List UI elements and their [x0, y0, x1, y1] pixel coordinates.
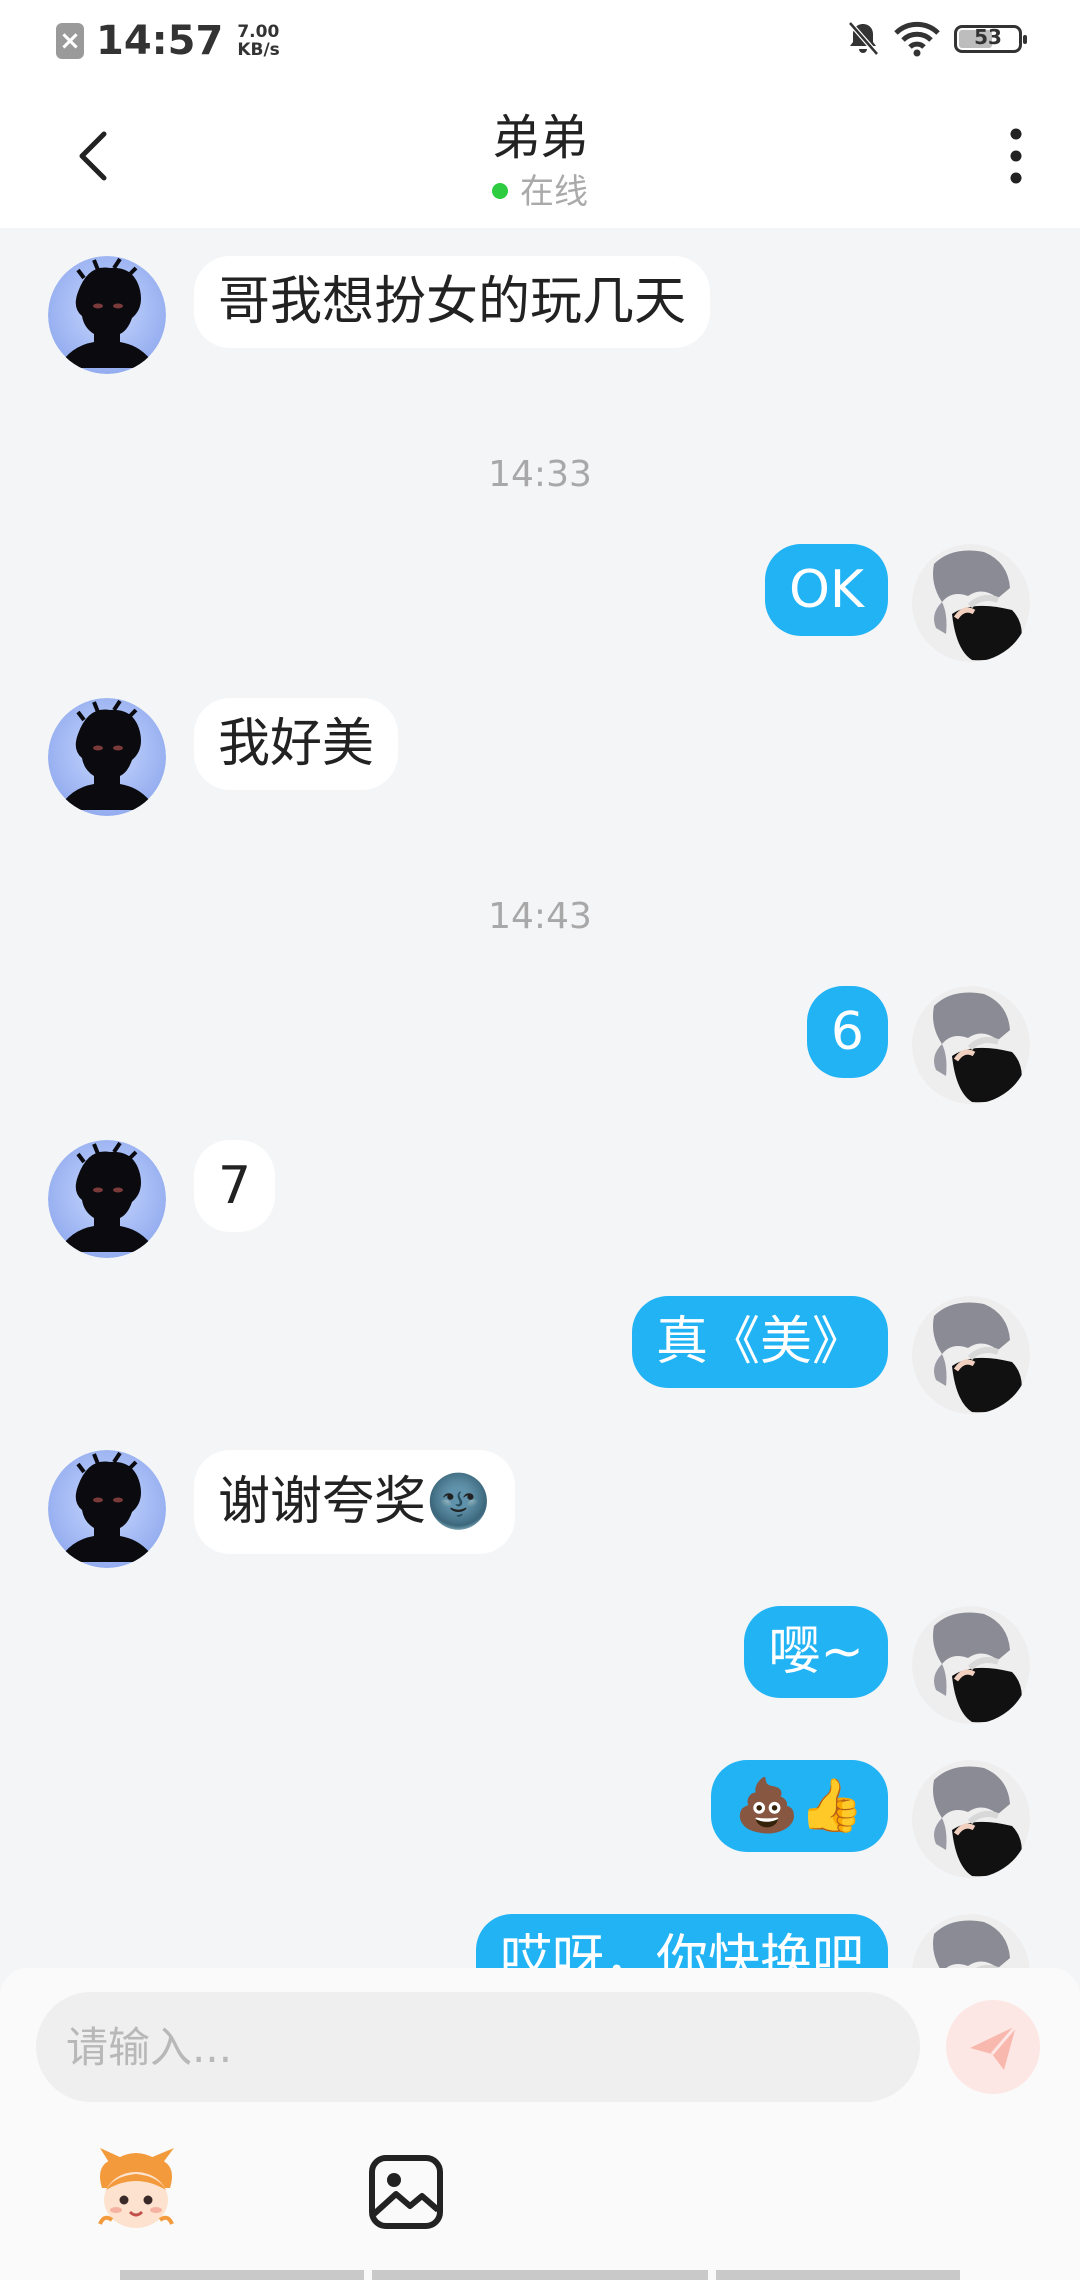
- nav-handle: [120, 2270, 364, 2280]
- message-row-outgoing: OK: [0, 544, 1080, 664]
- status-bar: × 14:57 7.00 KB/s 53: [0, 0, 1080, 84]
- user-avatar[interactable]: [912, 1914, 1030, 1968]
- message-bubble[interactable]: 我好美: [194, 698, 399, 790]
- status-time: 14:57: [96, 18, 224, 64]
- message-row-incoming: 哥我想扮女的玩几天: [0, 256, 1080, 376]
- network-speed-value: 7.00: [237, 22, 280, 42]
- user-avatar[interactable]: [912, 544, 1030, 662]
- message-bubble[interactable]: OK: [764, 544, 888, 636]
- message-row-incoming: 谢谢夸奖🌚: [0, 1450, 1080, 1570]
- message-timestamp: 14:33: [488, 454, 592, 495]
- message-input[interactable]: [36, 1992, 920, 2102]
- network-speed: 7.00 KB/s: [237, 23, 279, 59]
- contact-avatar[interactable]: [48, 1450, 166, 1568]
- message-bubble[interactable]: 哥我想扮女的玩几天: [194, 256, 711, 348]
- chat-header: 弟弟 在线: [0, 84, 1080, 228]
- user-avatar[interactable]: [912, 1296, 1030, 1414]
- message-bubble[interactable]: 哎呀，你快换吧: [475, 1914, 888, 1968]
- app-notification-icon: ×: [56, 23, 84, 59]
- contact-avatar[interactable]: [48, 698, 166, 816]
- battery-level: 53: [974, 25, 1002, 49]
- user-avatar[interactable]: [912, 1760, 1030, 1878]
- message-bubble[interactable]: 7: [194, 1140, 276, 1232]
- online-status-label: 在线: [520, 172, 588, 212]
- wifi-icon: [894, 21, 940, 57]
- notification-off-icon: [848, 21, 879, 56]
- message-row-outgoing: 6: [0, 986, 1080, 1106]
- contact-name: 弟弟: [491, 110, 588, 166]
- contact-avatar[interactable]: [48, 256, 166, 374]
- image-icon[interactable]: [358, 2144, 454, 2240]
- message-row-incoming: 我好美: [0, 698, 1080, 818]
- message-bubble[interactable]: 真《美》: [631, 1296, 888, 1388]
- message-composer: [0, 1968, 1080, 2280]
- online-status: 在线: [0, 164, 1080, 213]
- user-avatar[interactable]: [912, 986, 1030, 1104]
- battery-icon: 53: [954, 25, 1027, 53]
- send-button[interactable]: [946, 2000, 1040, 2094]
- message-bubble[interactable]: 嘤~: [744, 1606, 888, 1698]
- message-row-outgoing: 真《美》: [0, 1296, 1080, 1416]
- online-dot-icon: [492, 182, 508, 199]
- message-bubble[interactable]: 6: [806, 986, 888, 1078]
- message-row-incoming: 7: [0, 1140, 1080, 1260]
- send-icon: [970, 2025, 1018, 2070]
- message-list[interactable]: 哥我想扮女的玩几天 14:33 OK 我好美 14:43 6 7 真《美》 谢谢…: [0, 228, 1080, 1968]
- mascot-emoji-icon[interactable]: [88, 2144, 184, 2240]
- more-options-icon[interactable]: [996, 124, 1036, 188]
- contact-avatar[interactable]: [48, 1140, 166, 1258]
- message-row-outgoing: 嘤~: [0, 1606, 1080, 1726]
- nav-handle: [716, 2270, 960, 2280]
- message-bubble[interactable]: 💩👍: [710, 1760, 888, 1852]
- message-bubble[interactable]: 谢谢夸奖🌚: [194, 1450, 515, 1554]
- nav-handle: [372, 2270, 708, 2280]
- message-row-outgoing: 哎呀，你快换吧: [0, 1914, 1080, 1968]
- network-speed-unit: KB/s: [237, 40, 280, 60]
- user-avatar[interactable]: [912, 1606, 1030, 1724]
- message-row-outgoing: 💩👍: [0, 1760, 1080, 1880]
- message-timestamp: 14:43: [488, 896, 592, 937]
